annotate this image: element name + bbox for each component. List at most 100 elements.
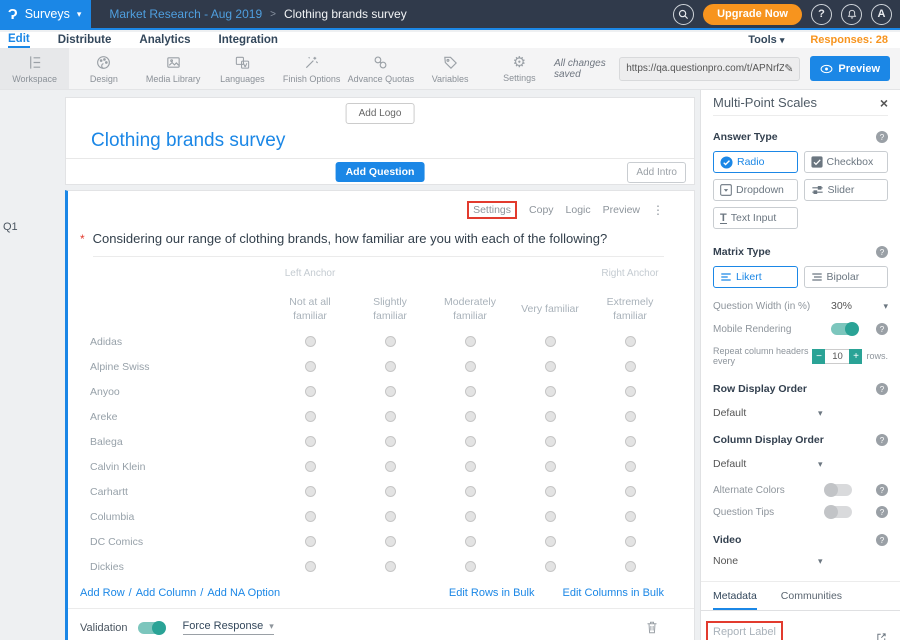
responses-count[interactable]: Responses: 28 — [810, 34, 888, 46]
survey-url-field[interactable]: ✎ — [619, 57, 800, 81]
radio-button[interactable] — [545, 386, 556, 397]
minus-button[interactable]: − — [812, 349, 825, 364]
matrix-type-likert[interactable]: Likert — [713, 266, 798, 288]
help-icon[interactable]: ? — [876, 506, 888, 518]
radio-button[interactable] — [465, 386, 476, 397]
radio-button[interactable] — [465, 436, 476, 447]
help-icon[interactable]: ? — [876, 131, 888, 143]
radio-button[interactable] — [465, 511, 476, 522]
question-width-value[interactable]: 30% — [831, 300, 852, 312]
radio-button[interactable] — [305, 486, 316, 497]
notifications-bell-icon[interactable] — [841, 4, 862, 25]
add-column-link[interactable]: Add Column — [136, 587, 197, 599]
matrix-column-header[interactable]: Very familiar — [510, 283, 590, 329]
help-icon[interactable]: ? — [876, 434, 888, 446]
radio-button[interactable] — [545, 411, 556, 422]
column-display-order-dropdown[interactable]: Default ▾ — [713, 458, 888, 470]
toolbar-item-workspace[interactable]: Workspace — [0, 48, 69, 89]
radio-button[interactable] — [625, 361, 636, 372]
toolbar-item-languages[interactable]: Languages — [208, 48, 277, 89]
plus-button[interactable]: + — [849, 349, 862, 364]
radio-button[interactable] — [385, 561, 396, 572]
edit-pencil-icon[interactable]: ✎ — [784, 62, 793, 75]
close-icon[interactable]: × — [880, 95, 888, 111]
radio-button[interactable] — [625, 386, 636, 397]
help-icon[interactable]: ? — [876, 484, 888, 496]
radio-button[interactable] — [385, 411, 396, 422]
add-na-option-link[interactable]: Add NA Option — [207, 587, 280, 599]
help-icon[interactable]: ? — [876, 323, 888, 335]
radio-button[interactable] — [625, 536, 636, 547]
survey-url-input[interactable] — [626, 63, 784, 74]
radio-button[interactable] — [305, 461, 316, 472]
row-label[interactable]: Balega — [90, 436, 270, 448]
row-label[interactable]: DC Comics — [90, 536, 270, 548]
answer-type-slider[interactable]: Slider — [804, 179, 889, 201]
row-label[interactable]: Anyoo — [90, 386, 270, 398]
question-settings-button[interactable]: Settings — [467, 201, 517, 219]
matrix-column-header[interactable]: Extremely familiar — [590, 283, 670, 329]
question-preview-button[interactable]: Preview — [603, 204, 640, 216]
video-dropdown[interactable]: None ▾ — [713, 555, 888, 567]
radio-button[interactable] — [385, 486, 396, 497]
radio-button[interactable] — [385, 461, 396, 472]
radio-button[interactable] — [625, 411, 636, 422]
tab-communities[interactable]: Communities — [781, 582, 842, 610]
repeat-headers-value[interactable]: 10 — [825, 349, 849, 364]
radio-button[interactable] — [545, 436, 556, 447]
radio-button[interactable] — [465, 411, 476, 422]
radio-button[interactable] — [465, 561, 476, 572]
radio-button[interactable] — [305, 411, 316, 422]
help-icon[interactable]: ? — [876, 534, 888, 546]
help-icon[interactable]: ? — [876, 246, 888, 258]
row-label[interactable]: Areke — [90, 411, 270, 423]
row-label[interactable]: Carhartt — [90, 486, 270, 498]
row-label[interactable]: Calvin Klein — [90, 461, 270, 473]
matrix-column-header[interactable]: Moderately familiar — [430, 283, 510, 329]
radio-button[interactable] — [305, 336, 316, 347]
nav-tab-distribute[interactable]: Distribute — [58, 34, 112, 46]
radio-button[interactable] — [305, 536, 316, 547]
breadcrumb-parent[interactable]: Market Research - Aug 2019 — [109, 7, 262, 21]
more-options-icon[interactable]: ⋮ — [652, 203, 664, 217]
radio-button[interactable] — [385, 361, 396, 372]
row-label[interactable]: Alpine Swiss — [90, 361, 270, 373]
radio-button[interactable] — [385, 511, 396, 522]
toolbar-item-media-library[interactable]: Media Library — [139, 48, 208, 89]
add-intro-button[interactable]: Add Intro — [627, 162, 686, 183]
matrix-type-bipolar[interactable]: Bipolar — [804, 266, 889, 288]
radio-button[interactable] — [545, 536, 556, 547]
app-logo-block[interactable]: Ɂ Surveys ▾ — [0, 0, 91, 28]
help-icon[interactable]: ? — [876, 383, 888, 395]
chevron-down-icon[interactable]: ▾ — [883, 301, 888, 312]
question-copy-button[interactable]: Copy — [529, 204, 554, 216]
radio-button[interactable] — [625, 511, 636, 522]
answer-type-dropdown[interactable]: Dropdown — [713, 179, 798, 201]
radio-button[interactable] — [545, 561, 556, 572]
preview-button[interactable]: Preview — [810, 56, 890, 81]
row-label[interactable]: Adidas — [90, 336, 270, 348]
matrix-column-header[interactable]: Slightly familiar — [350, 283, 430, 329]
radio-button[interactable] — [545, 336, 556, 347]
radio-button[interactable] — [305, 386, 316, 397]
toolbar-item-design[interactable]: Design — [69, 48, 138, 89]
toolbar-item-advance-quotas[interactable]: Advance Quotas — [346, 48, 415, 89]
add-row-link[interactable]: Add Row — [80, 587, 125, 599]
radio-button[interactable] — [625, 436, 636, 447]
radio-button[interactable] — [305, 511, 316, 522]
add-logo-button[interactable]: Add Logo — [346, 103, 415, 124]
validation-type-dropdown[interactable]: Force Response▾ — [183, 620, 274, 635]
toolbar-item-settings[interactable]: ⚙ Settings — [485, 48, 554, 89]
radio-button[interactable] — [465, 536, 476, 547]
row-label[interactable]: Columbia — [90, 511, 270, 523]
radio-button[interactable] — [385, 436, 396, 447]
radio-button[interactable] — [305, 361, 316, 372]
question-logic-button[interactable]: Logic — [566, 204, 591, 216]
question-tips-toggle[interactable] — [825, 506, 852, 518]
trash-icon[interactable] — [645, 620, 659, 635]
edit-rows-bulk-link[interactable]: Edit Rows in Bulk — [449, 587, 535, 599]
radio-button[interactable] — [625, 486, 636, 497]
radio-button[interactable] — [305, 436, 316, 447]
mobile-rendering-toggle[interactable] — [831, 323, 858, 335]
question-text[interactable]: Considering our range of clothing brands… — [93, 231, 608, 246]
